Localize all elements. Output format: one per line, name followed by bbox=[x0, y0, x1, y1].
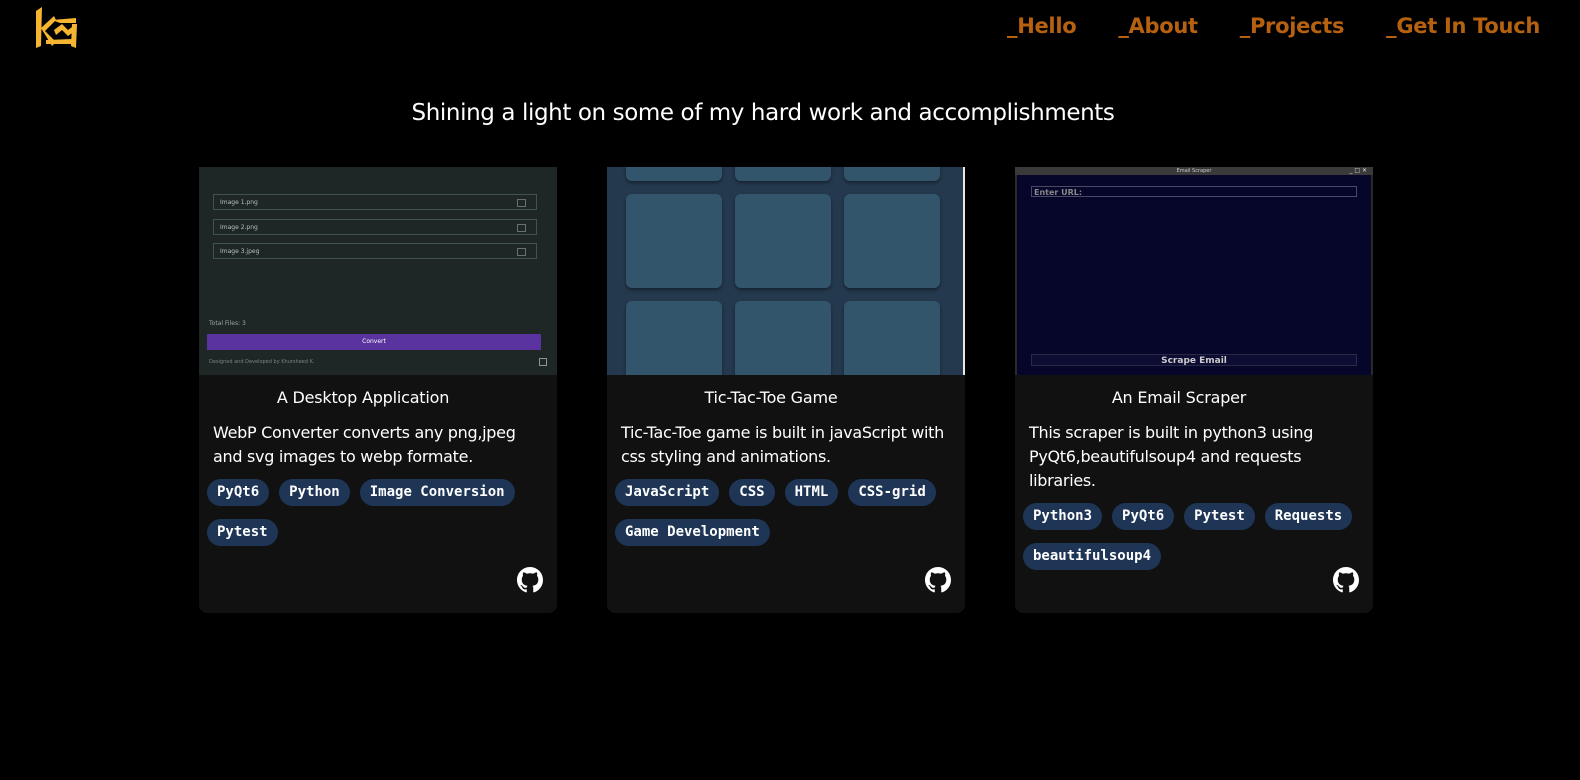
credit-text: Designed and Developed by Khursheed K. bbox=[209, 359, 315, 365]
grid-cell bbox=[626, 167, 722, 181]
tag: PyQt6 bbox=[1112, 503, 1175, 530]
url-field-preview: Enter URL: bbox=[1031, 186, 1357, 197]
file-row: Image 2.png bbox=[213, 219, 537, 235]
tag: Game Development bbox=[615, 519, 770, 546]
project-title: Tic-Tac-Toe Game bbox=[704, 388, 838, 407]
convert-button-preview: Convert bbox=[207, 334, 541, 350]
tag: HTML bbox=[784, 479, 839, 506]
project-screenshot: Image 1.png Image 2.png Image 3.jpeg Tot… bbox=[199, 167, 557, 375]
project-description: This scraper is built in python3 using P… bbox=[1029, 423, 1314, 490]
logo[interactable] bbox=[32, 6, 78, 52]
github-icon[interactable] bbox=[1333, 567, 1359, 593]
project-card-email-scraper: Email Scraper _ □ ✕ Enter URL: Scrape Em… bbox=[1015, 167, 1373, 613]
main-nav: _Hello _About _Projects _Get In Touch bbox=[1007, 14, 1540, 38]
tag: Pytest bbox=[207, 519, 278, 546]
github-icon[interactable] bbox=[925, 567, 951, 593]
grid-cell bbox=[626, 301, 722, 375]
tag: beautifulsoup4 bbox=[1023, 543, 1162, 570]
window-controls: _ □ ✕ bbox=[1349, 167, 1367, 174]
tag: JavaScript bbox=[615, 479, 720, 506]
tag-list: JavaScript CSS HTML CSS-grid Game Develo… bbox=[615, 479, 957, 546]
nav-projects[interactable]: _Projects bbox=[1240, 14, 1345, 38]
grid-cell bbox=[844, 194, 940, 288]
tag: Pytest bbox=[1184, 503, 1255, 530]
project-card-webp-converter: Image 1.png Image 2.png Image 3.jpeg Tot… bbox=[199, 167, 557, 613]
grid-cell bbox=[735, 301, 831, 375]
tag-list: PyQt6 Python Image Conversion Pytest bbox=[207, 479, 549, 546]
tag: Python bbox=[279, 479, 350, 506]
grid-cell bbox=[626, 194, 722, 288]
project-screenshot: Email Scraper _ □ ✕ Enter URL: Scrape Em… bbox=[1015, 167, 1373, 375]
total-files-text: Total Files: 3 bbox=[209, 320, 246, 327]
project-card-tic-tac-toe: Tic-Tac-Toe Game Tic-Tac-Toe game is bui… bbox=[607, 167, 965, 613]
project-description: WebP Converter converts any png,jpeg and… bbox=[213, 423, 516, 466]
page-headline: Shining a light on some of my hard work … bbox=[411, 100, 1115, 126]
scrape-button-preview: Scrape Email bbox=[1031, 354, 1357, 366]
file-row: Image 1.png bbox=[213, 194, 537, 210]
nav-about[interactable]: _About bbox=[1118, 14, 1198, 38]
grid-cell bbox=[844, 167, 940, 181]
grid-cell bbox=[735, 167, 831, 181]
grid-cell bbox=[844, 301, 940, 375]
project-description: Tic-Tac-Toe game is built in javaScript … bbox=[621, 423, 944, 466]
github-icon[interactable] bbox=[517, 567, 543, 593]
project-title: An Email Scraper bbox=[1111, 388, 1247, 407]
file-row: Image 3.jpeg bbox=[213, 243, 537, 259]
tag: Image Conversion bbox=[359, 479, 515, 506]
tag: PyQt6 bbox=[207, 479, 270, 506]
window-titlebar: Email Scraper bbox=[1015, 167, 1373, 175]
screenshot-edge bbox=[963, 167, 965, 375]
credit-icon bbox=[539, 358, 547, 366]
tag: Requests bbox=[1264, 503, 1353, 530]
tag: CSS bbox=[729, 479, 775, 506]
project-title: A Desktop Application bbox=[276, 388, 450, 407]
project-screenshot bbox=[607, 167, 965, 375]
tag: Python3 bbox=[1023, 503, 1103, 530]
window-body: Enter URL: Scrape Email bbox=[1017, 175, 1371, 375]
nav-hello[interactable]: _Hello bbox=[1007, 14, 1077, 38]
grid-cell bbox=[735, 194, 831, 288]
nav-get-in-touch[interactable]: _Get In Touch bbox=[1386, 14, 1540, 38]
tag-list: Python3 PyQt6 Pytest Requests beautifuls… bbox=[1023, 503, 1365, 570]
tag: CSS-grid bbox=[848, 479, 936, 506]
